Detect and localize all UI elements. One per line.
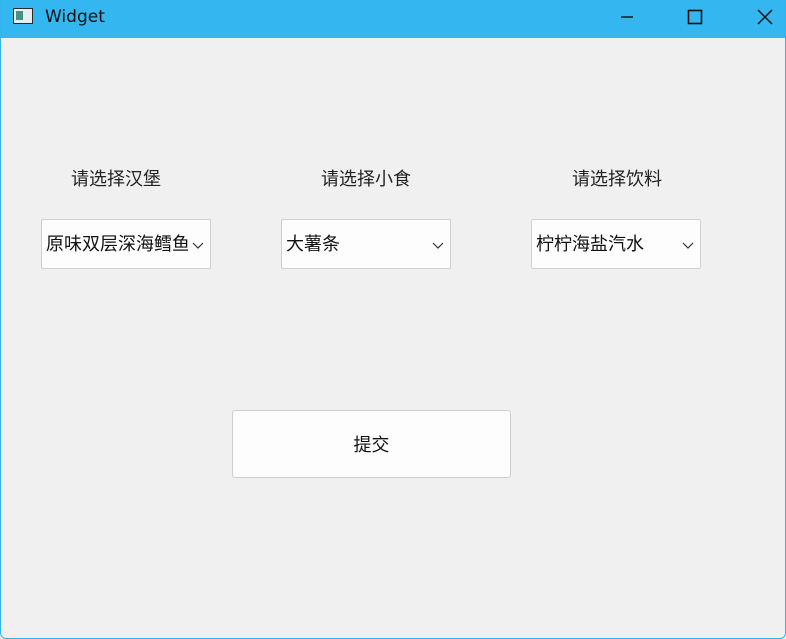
drink-select-value: 柠柠海盐汽水 [536,234,644,255]
snack-label: 请选择小食 [321,169,411,190]
burger-label: 请选择汉堡 [71,169,161,190]
drink-label: 请选择饮料 [572,169,662,190]
title-bar[interactable]: Widget [1,0,785,38]
burger-select-value: 原味双层深海鳕鱼 [46,234,188,255]
submit-button[interactable]: 提交 [232,410,511,478]
chevron-down-icon [432,242,444,249]
close-button[interactable] [742,0,785,34]
chevron-down-icon [192,242,204,249]
chevron-down-icon [682,242,694,249]
minimize-icon [621,16,633,18]
app-window: Widget 请选择汉堡 原味双层深海鳕鱼 请选择小食 大薯条 请选择饮料 柠柠… [0,0,786,639]
window-app-icon [13,8,33,24]
snack-select-value: 大薯条 [286,234,340,255]
window-title: Widget [45,7,105,27]
burger-select[interactable]: 原味双层深海鳕鱼 [41,219,211,269]
minimize-button[interactable] [604,0,650,34]
snack-select[interactable]: 大薯条 [281,219,451,269]
maximize-button[interactable] [672,0,718,34]
drink-select[interactable]: 柠柠海盐汽水 [531,219,701,269]
close-icon [757,9,773,25]
maximize-icon [687,9,703,25]
